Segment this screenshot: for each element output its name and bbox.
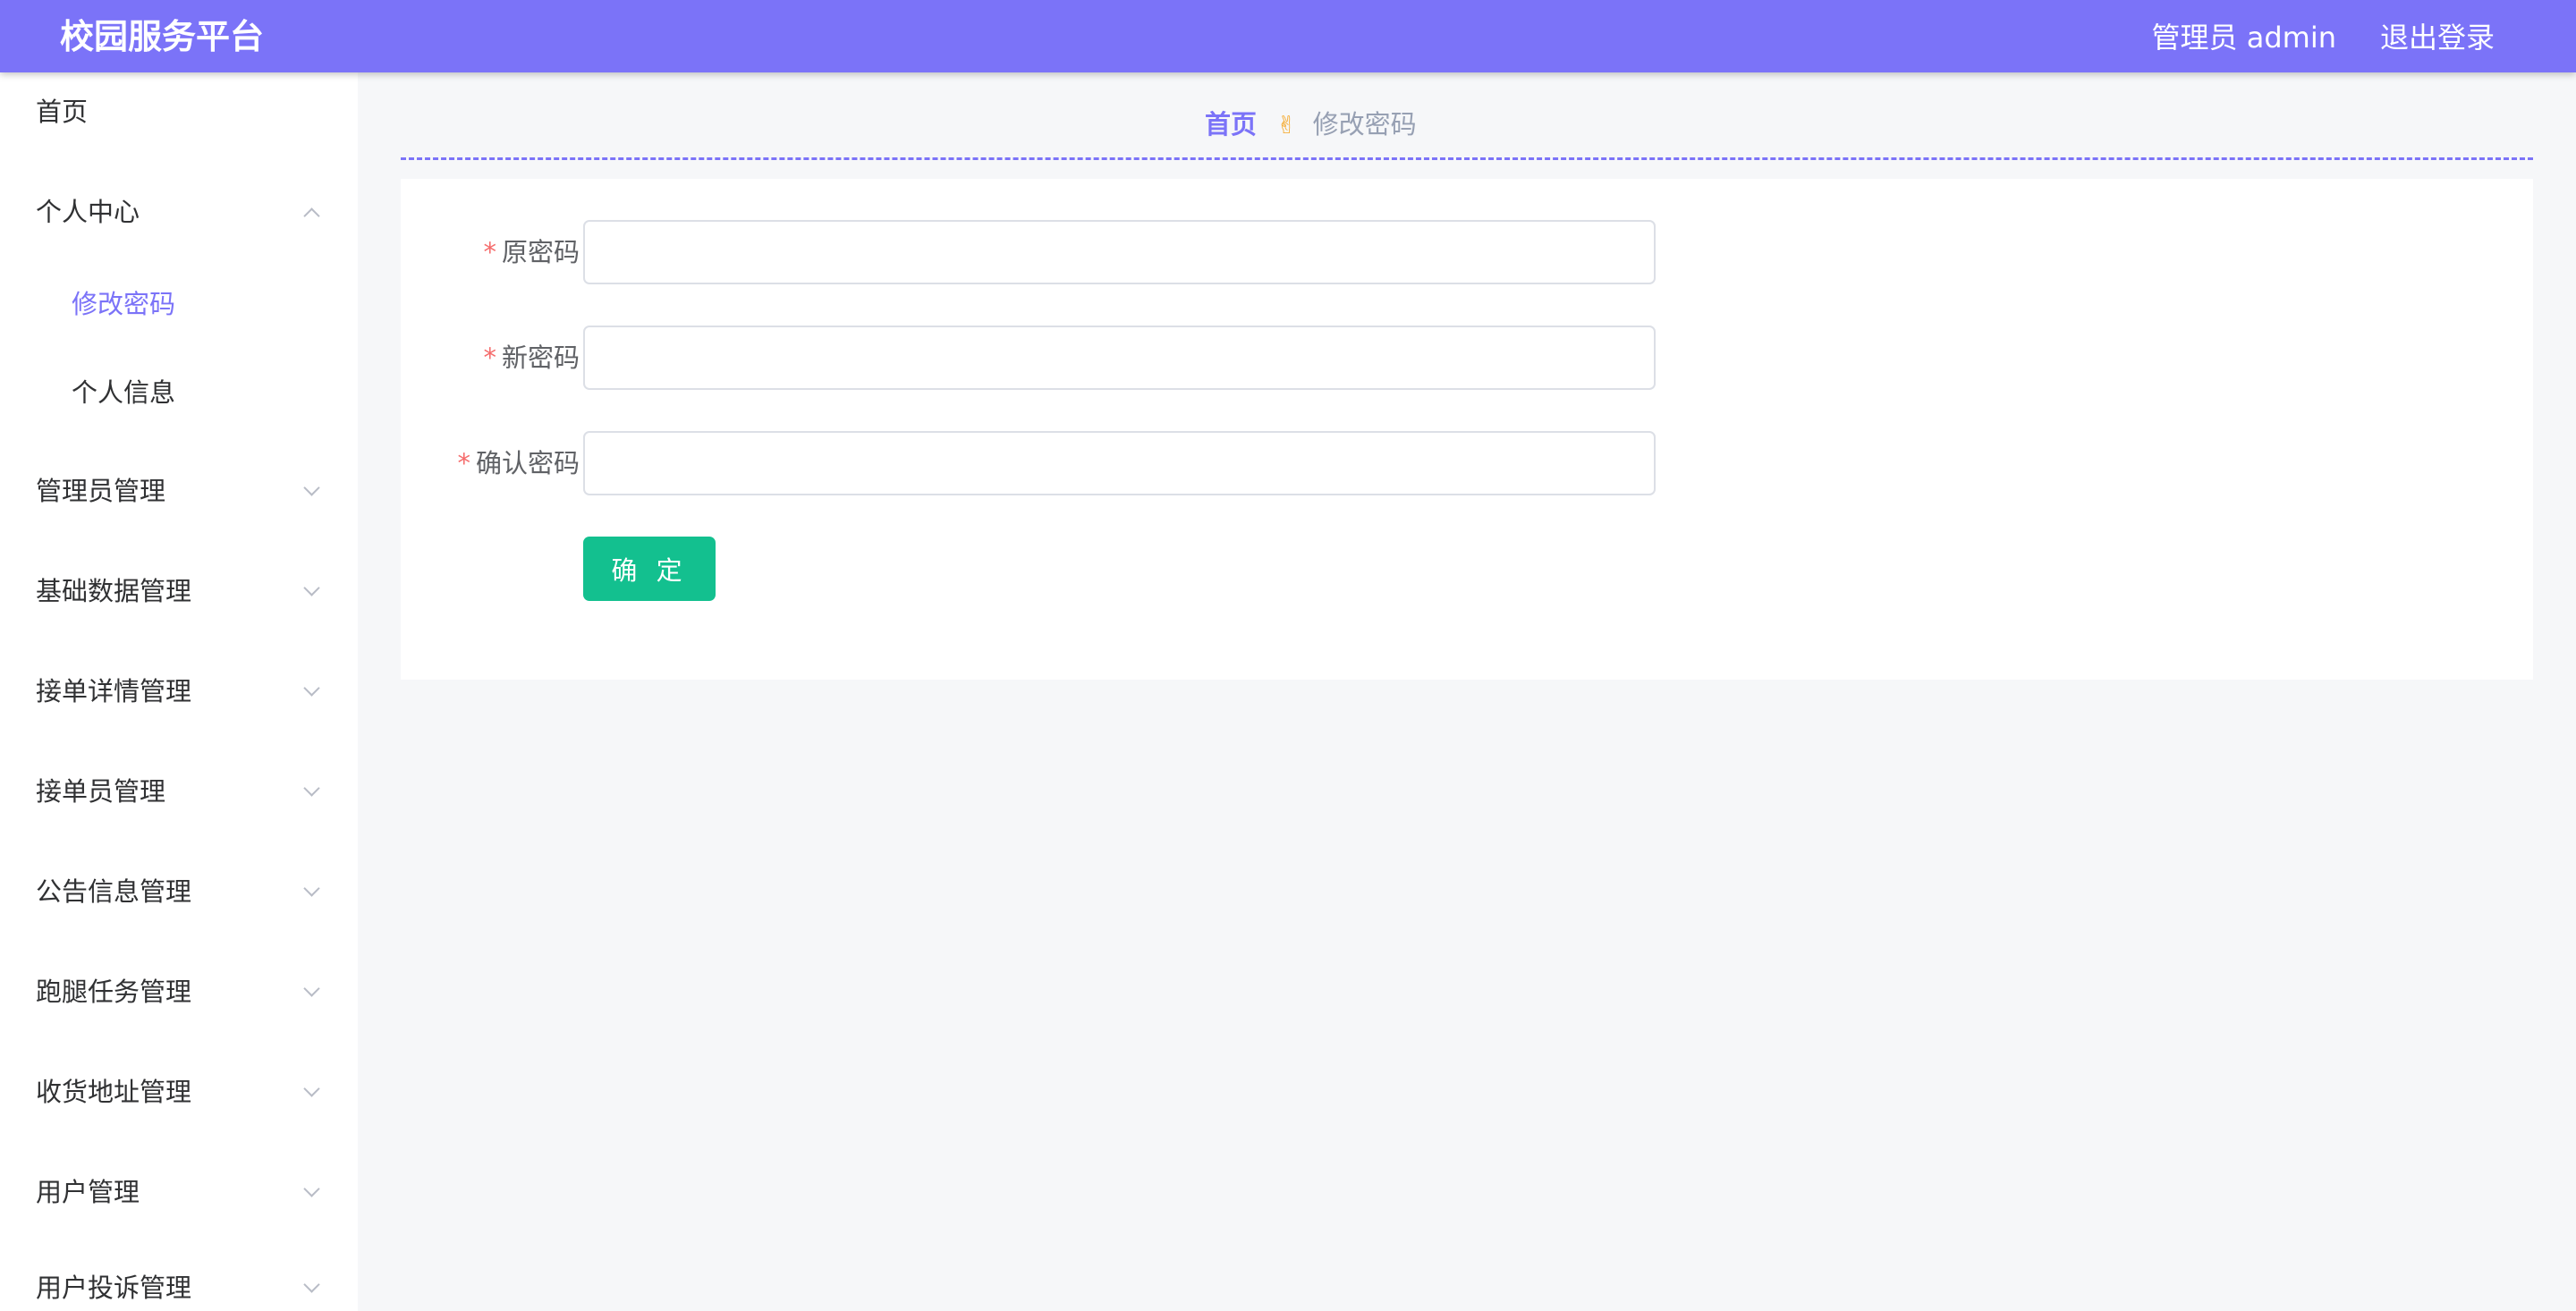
confirm-password-input[interactable] — [583, 431, 1656, 495]
sidebar-item-label: 接单详情管理 — [36, 676, 192, 706]
change-password-form: * 原密码 * 新密码 * 确认密码 确 定 — [401, 179, 2533, 680]
sidebar-item-label: 收货地址管理 — [36, 1077, 192, 1107]
sidebar-item-label: 跑腿任务管理 — [36, 977, 192, 1007]
app-title: 校园服务平台 — [60, 17, 265, 56]
required-mark: * — [483, 237, 496, 267]
sidebar-item-label: 接单员管理 — [36, 776, 166, 807]
sidebar-item-complaints[interactable]: 用户投诉管理 — [0, 1248, 358, 1311]
chevron-up-icon — [303, 207, 320, 224]
required-mark: * — [457, 448, 470, 478]
chevron-down-icon — [303, 1180, 320, 1197]
sidebar-item-personal-info[interactable]: 个人信息 — [0, 353, 358, 434]
field-label-text: 确认密码 — [475, 448, 580, 478]
sidebar-item-courier-management[interactable]: 接单员管理 — [0, 752, 358, 833]
old-password-input[interactable] — [583, 220, 1656, 284]
sidebar-item-personal-center[interactable]: 个人中心 — [0, 173, 358, 253]
breadcrumb-current: 修改密码 — [1312, 109, 1417, 140]
sidebar-item-label: 首页 — [36, 97, 89, 127]
sidebar-item-home[interactable]: 首页 — [0, 72, 358, 153]
chevron-down-icon — [303, 680, 320, 697]
sidebar-menu: 首页 个人中心 修改密码 个人信息 管理员管理 基础数据管理 接单详情管理 接单… — [0, 72, 358, 1311]
required-mark: * — [483, 343, 496, 373]
sidebar-item-addresses[interactable]: 收货地址管理 — [0, 1053, 358, 1133]
form-row-old-password: * 原密码 — [401, 220, 1656, 284]
sidebar-item-label: 公告信息管理 — [36, 876, 192, 907]
sidebar-item-admin-management[interactable]: 管理员管理 — [0, 452, 358, 532]
logout-link[interactable]: 退出登录 — [2380, 20, 2495, 55]
field-label-text: 新密码 — [501, 343, 580, 373]
field-label-text: 原密码 — [501, 237, 580, 267]
sidebar-item-announcements[interactable]: 公告信息管理 — [0, 852, 358, 933]
sidebar-item-user-management[interactable]: 用户管理 — [0, 1153, 358, 1233]
old-password-label: * 原密码 — [365, 233, 580, 272]
breadcrumb-home-link[interactable]: 首页 — [1205, 109, 1257, 140]
sidebar-item-label: 用户管理 — [36, 1177, 140, 1207]
sidebar-item-label: 基础数据管理 — [36, 576, 192, 606]
chevron-down-icon — [303, 980, 320, 997]
sidebar-item-errand-tasks[interactable]: 跑腿任务管理 — [0, 952, 358, 1033]
chevron-down-icon — [303, 780, 320, 797]
confirm-button[interactable]: 确 定 — [583, 537, 716, 601]
sidebar-item-label: 管理员管理 — [36, 476, 166, 506]
new-password-input[interactable] — [583, 326, 1656, 390]
sidebar-item-label: 用户投诉管理 — [36, 1273, 192, 1303]
victory-hand-icon: ✌ — [1276, 112, 1297, 140]
sidebar-item-label: 修改密码 — [72, 289, 176, 319]
chevron-down-icon — [303, 579, 320, 596]
breadcrumb: 首页 ✌ 修改密码 — [1205, 106, 1417, 142]
chevron-down-icon — [303, 479, 320, 496]
sidebar-item-change-password[interactable]: 修改密码 — [0, 265, 358, 345]
chevron-down-icon — [303, 1276, 320, 1293]
form-row-new-password: * 新密码 — [401, 326, 1656, 390]
chevron-down-icon — [303, 880, 320, 897]
breadcrumb-divider — [401, 157, 2533, 160]
confirm-password-label: * 确认密码 — [365, 444, 580, 483]
sidebar-item-order-details[interactable]: 接单详情管理 — [0, 652, 358, 732]
top-header: 校园服务平台 管理员 admin 退出登录 — [0, 0, 2576, 72]
new-password-label: * 新密码 — [365, 338, 580, 377]
sidebar-item-label: 个人中心 — [36, 197, 140, 227]
sidebar-item-basic-data[interactable]: 基础数据管理 — [0, 552, 358, 632]
chevron-down-icon — [303, 1080, 320, 1097]
sidebar-item-label: 个人信息 — [72, 377, 176, 408]
form-row-confirm-password: * 确认密码 — [401, 431, 1656, 495]
current-user: 管理员 admin — [2151, 21, 2336, 55]
